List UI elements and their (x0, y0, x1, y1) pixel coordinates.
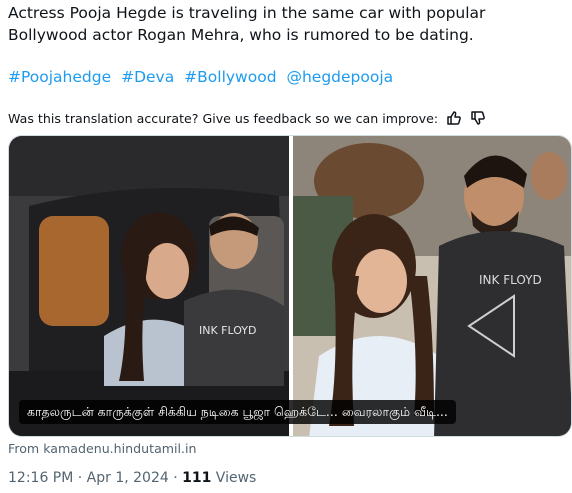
tweet-meta: 12:16 PM · Apr 1, 2024 · 111 Views (8, 470, 256, 486)
mention-hegdepooja[interactable]: @hegdepooja (286, 68, 393, 86)
hashtag-deva[interactable]: #Deva (121, 68, 174, 86)
views-label: Views (211, 470, 257, 486)
translation-feedback-question: Was this translation accurate? Give us f… (8, 110, 439, 126)
views-count: 111 (182, 470, 212, 486)
card-source[interactable]: From kamadenu.hindutamil.in (8, 441, 197, 456)
tweet-text: Actress Pooja Hegde is traveling in the … (8, 4, 486, 44)
card-caption: காதலருடன் காருக்குள் சிக்கிய நடிகை பூஜா … (19, 400, 456, 424)
tweet-timestamp[interactable]: 12:16 PM · Apr 1, 2024 · (8, 470, 182, 486)
shirt-text-right: INK FLOYD (479, 273, 542, 287)
shirt-text-left: INK FLOYD (199, 324, 257, 337)
preview-photo: INK FLOYD INK FLOYD (9, 136, 571, 436)
hashtag-poojahedge[interactable]: #Poojahedge (8, 68, 111, 86)
translation-feedback: Was this translation accurate? Give us f… (8, 110, 486, 126)
hashtag-bollywood[interactable]: #Bollywood (184, 68, 276, 86)
link-preview-card[interactable]: INK FLOYD INK FLOYD காதலருடன் காருக்குள்… (8, 135, 572, 437)
thumbs-down-icon[interactable] (470, 110, 486, 126)
thumbs-up-icon[interactable] (446, 110, 462, 126)
hashtag-list: #Poojahedge #Deva #Bollywood @hegdepooja (8, 66, 398, 88)
